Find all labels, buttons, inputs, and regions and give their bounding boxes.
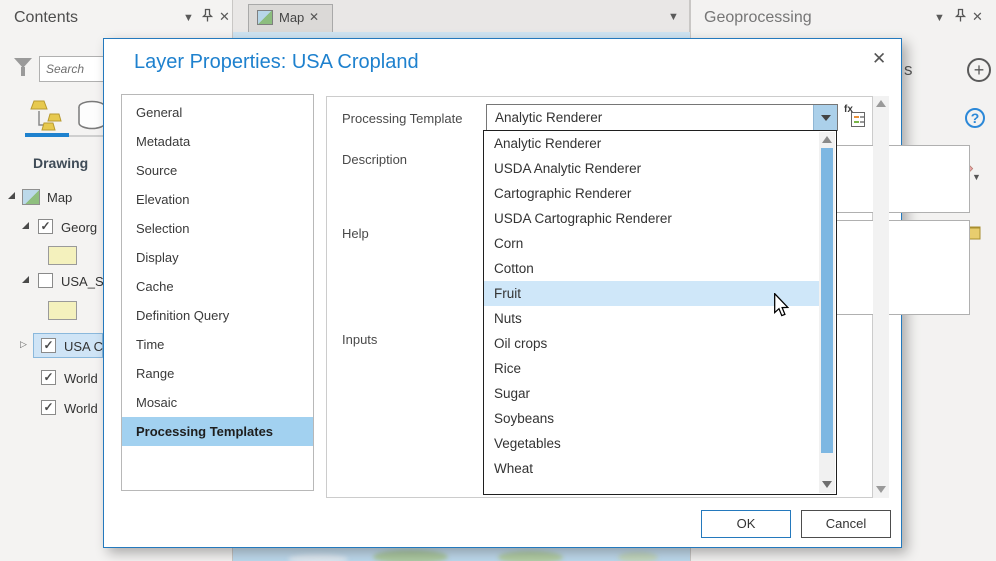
tree-item-world-layer[interactable]: World <box>64 371 98 386</box>
combobox-dropdown-button[interactable] <box>813 105 837 130</box>
dropdown-option-cotton[interactable]: Cotton <box>484 256 820 281</box>
sidebar-item-metadata[interactable]: Metadata <box>122 127 313 156</box>
expander-icon[interactable] <box>8 192 15 199</box>
tabstrip-chevron-icon[interactable]: ▼ <box>668 11 679 23</box>
expander-icon[interactable] <box>22 222 29 229</box>
dropdown-option-nuts[interactable]: Nuts <box>484 306 820 331</box>
layer-checkbox-checked[interactable]: ✓ <box>41 338 56 353</box>
tree-item-usa-states-layer[interactable]: USA_S <box>61 274 104 289</box>
view-tabstrip: Map ✕ ▼ <box>233 0 690 32</box>
layer-checkbox-checked[interactable]: ✓ <box>41 370 56 385</box>
map-canvas-bottom[interactable] <box>233 548 690 561</box>
help-icon[interactable]: ? <box>965 108 985 128</box>
cancel-button[interactable]: Cancel <box>801 510 891 538</box>
geoprocessing-close-icon[interactable]: ✕ <box>972 9 983 25</box>
sidebar-item-cache[interactable]: Cache <box>122 272 313 301</box>
combobox-value: Analytic Renderer <box>495 110 603 125</box>
scroll-up-icon[interactable] <box>822 136 832 143</box>
dropdown-option-analytic-renderer[interactable]: Analytic Renderer <box>484 131 820 156</box>
map-item-icon <box>22 189 40 205</box>
fx-list-box <box>851 112 865 127</box>
map-tab-label: Map <box>279 10 305 25</box>
contents-close-icon[interactable]: ✕ <box>219 9 230 25</box>
ok-button[interactable]: OK <box>701 510 791 538</box>
legend-swatch <box>48 301 77 320</box>
legend-swatch <box>48 246 77 265</box>
map-land-blob <box>498 551 563 561</box>
map-tab-icon <box>257 10 273 25</box>
sidebar-item-source[interactable]: Source <box>122 156 313 185</box>
contents-menu-chevron-icon[interactable]: ▼ <box>183 12 194 24</box>
search-input[interactable] <box>39 56 107 82</box>
viewtab-divider <box>69 135 103 137</box>
active-viewtab-indicator <box>25 133 69 137</box>
layer-checkbox-checked[interactable]: ✓ <box>41 400 56 415</box>
dropdown-option-fruit[interactable]: Fruit <box>484 281 820 306</box>
sidebar-item-range[interactable]: Range <box>122 359 313 388</box>
dialog-close-icon[interactable]: ✕ <box>872 49 886 69</box>
scroll-up-icon[interactable] <box>876 100 886 107</box>
dialog-sidebar: General Metadata Source Elevation Select… <box>121 94 314 491</box>
sidebar-item-elevation[interactable]: Elevation <box>122 185 313 214</box>
map-view-tab[interactable]: Map ✕ <box>248 4 333 32</box>
dialog-scrollbar[interactable] <box>873 96 889 498</box>
dropdown-option-corn[interactable]: Corn <box>484 231 820 256</box>
dropdown-option-sugar[interactable]: Sugar <box>484 381 820 406</box>
map-cloud-blob <box>288 554 348 561</box>
dropdown-option-rice[interactable]: Rice <box>484 356 820 381</box>
layer-checkbox-checked[interactable]: ✓ <box>38 219 53 234</box>
sidebar-item-selection[interactable]: Selection <box>122 214 313 243</box>
sidebar-item-processing-templates[interactable]: Processing Templates <box>122 417 313 446</box>
inputs-label: Inputs <box>342 332 378 347</box>
tree-item-map[interactable]: Map <box>47 190 72 205</box>
tree-item-world-layer[interactable]: World <box>64 401 98 416</box>
dropdown-option-oil-crops[interactable]: Oil crops <box>484 331 820 356</box>
dropdown-option-usda-analytic-renderer[interactable]: USDA Analytic Renderer <box>484 156 820 181</box>
dropdown-option-usda-cartographic-renderer[interactable]: USDA Cartographic Renderer <box>484 206 820 231</box>
expander-icon[interactable] <box>22 276 29 283</box>
map-land-blob <box>618 552 658 561</box>
dropdown-option-soybeans[interactable]: Soybeans <box>484 406 820 431</box>
tree-item-georeferenced-layer[interactable]: Georg <box>61 220 97 235</box>
sidebar-item-display[interactable]: Display <box>122 243 313 272</box>
layer-checkbox-unchecked[interactable] <box>38 273 53 288</box>
dialog-title: Layer Properties: USA Cropland <box>134 51 419 73</box>
mouse-cursor <box>772 292 790 322</box>
dropdown-scrollbar[interactable] <box>819 132 835 493</box>
add-tool-icon[interactable]: + <box>967 58 991 82</box>
partial-heading-text: s <box>904 60 913 79</box>
collapsed-expander-icon[interactable]: ▷ <box>20 339 27 350</box>
geoprocessing-panel-title: Geoprocessing <box>704 9 812 26</box>
contents-panel-title: Contents <box>14 9 79 26</box>
scroll-down-icon[interactable] <box>876 486 886 493</box>
map-tab-close-icon[interactable]: ✕ <box>309 10 319 24</box>
map-land-blob <box>373 550 448 561</box>
drawing-order-heading: Drawing <box>33 155 89 171</box>
chevron-down-icon <box>821 115 831 121</box>
scroll-down-icon[interactable] <box>822 481 832 488</box>
sidebar-item-mosaic[interactable]: Mosaic <box>122 388 313 417</box>
geoprocessing-menu-chevron-icon[interactable]: ▼ <box>934 12 945 24</box>
arcgis-pro-window: Contents ▼ ✕ Drawing <box>0 0 996 561</box>
dropdown-option-wheat[interactable]: Wheat <box>484 456 820 481</box>
list-by-drawing-order-icon[interactable] <box>28 98 68 134</box>
dropdown-option-vegetables[interactable]: Vegetables <box>484 431 820 456</box>
sidebar-item-time[interactable]: Time <box>122 330 313 359</box>
sidebar-item-definition-query[interactable]: Definition Query <box>122 301 313 330</box>
processing-template-combobox[interactable]: Analytic Renderer <box>486 104 838 131</box>
sidebar-item-general[interactable]: General <box>122 98 313 127</box>
tree-item-usa-cropland-layer[interactable]: USA C <box>64 339 103 354</box>
pencil-dropdown-chevron-icon[interactable]: ▼ <box>972 172 981 182</box>
template-function-editor-icon[interactable]: fx <box>844 104 868 130</box>
description-label: Description <box>342 152 408 167</box>
scrollbar-thumb[interactable] <box>821 148 833 453</box>
filter-icon-stem <box>21 67 25 76</box>
processing-template-label: Processing Template <box>342 111 463 126</box>
dropdown-option-cartographic-renderer[interactable]: Cartographic Renderer <box>484 181 820 206</box>
geoprocessing-pin-icon[interactable] <box>954 8 967 23</box>
contents-pin-icon[interactable] <box>201 8 214 23</box>
help-label: Help <box>342 226 369 241</box>
